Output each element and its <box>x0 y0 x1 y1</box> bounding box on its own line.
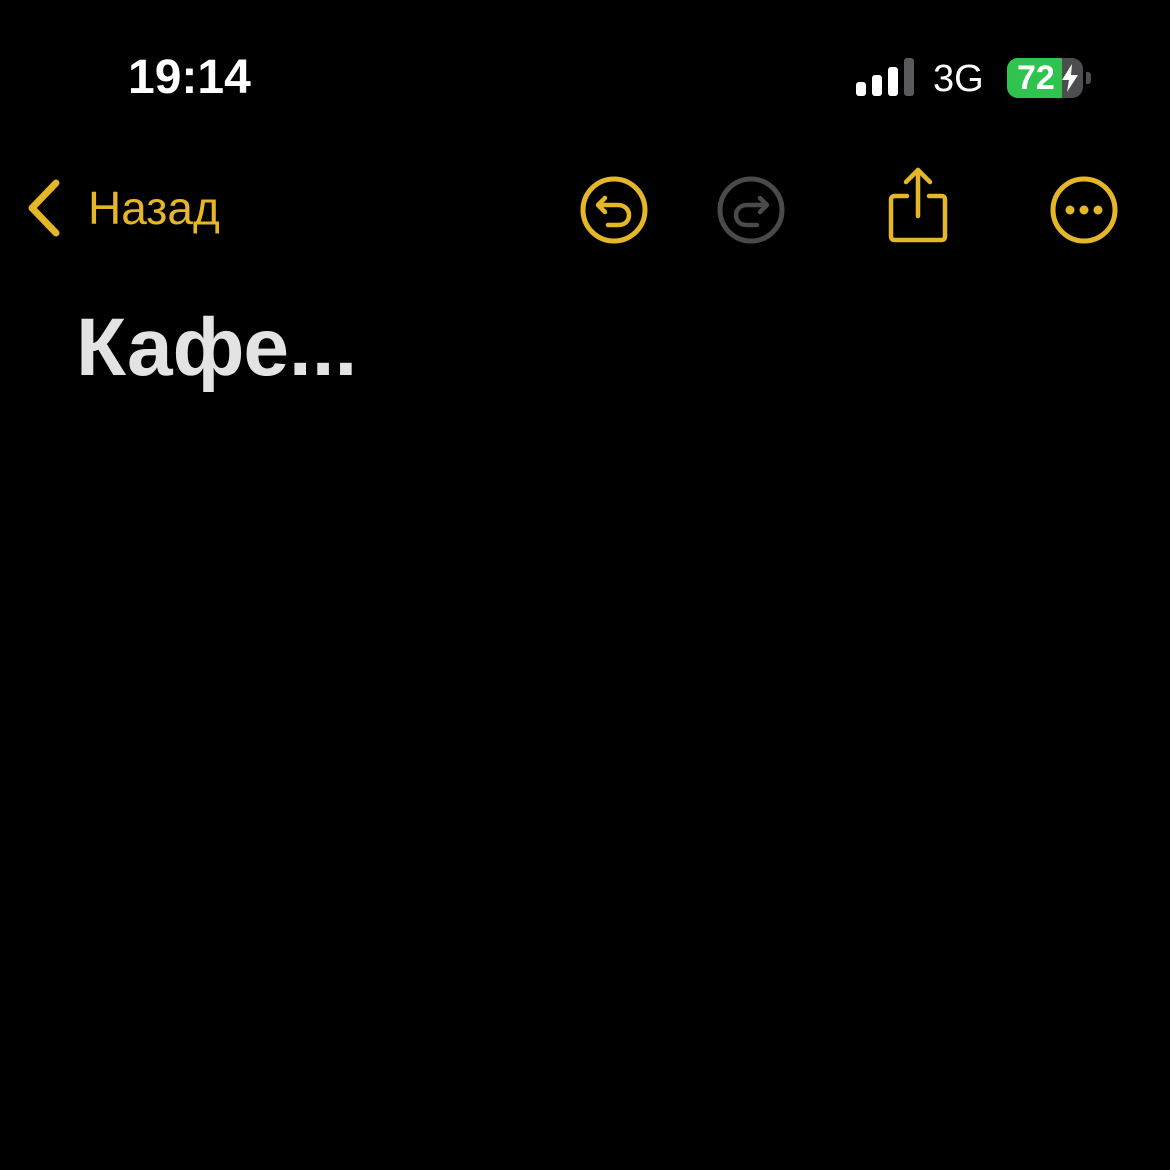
network-type: 3G <box>933 58 984 100</box>
battery-indicator: 72 <box>1007 58 1091 98</box>
status-bar: 19:14 3G 72 <box>0 0 1170 140</box>
note-title[interactable]: Кафе... <box>76 300 357 396</box>
navigation-bar: Назад <box>0 150 1170 270</box>
chevron-left-icon <box>28 179 60 237</box>
battery-cap <box>1086 72 1091 84</box>
redo-icon[interactable] <box>715 174 787 246</box>
status-time: 19:14 <box>128 51 251 104</box>
battery-percent: 72 <box>1017 59 1055 97</box>
signal-strength-icon <box>856 58 914 96</box>
back-button[interactable]: Назад <box>24 172 220 244</box>
undo-icon[interactable] <box>578 174 650 246</box>
charging-bolt-icon <box>1062 64 1078 92</box>
battery-body: 72 <box>1007 58 1083 98</box>
share-icon[interactable] <box>885 166 951 246</box>
more-icon[interactable] <box>1048 174 1120 246</box>
back-label: Назад <box>88 182 220 234</box>
